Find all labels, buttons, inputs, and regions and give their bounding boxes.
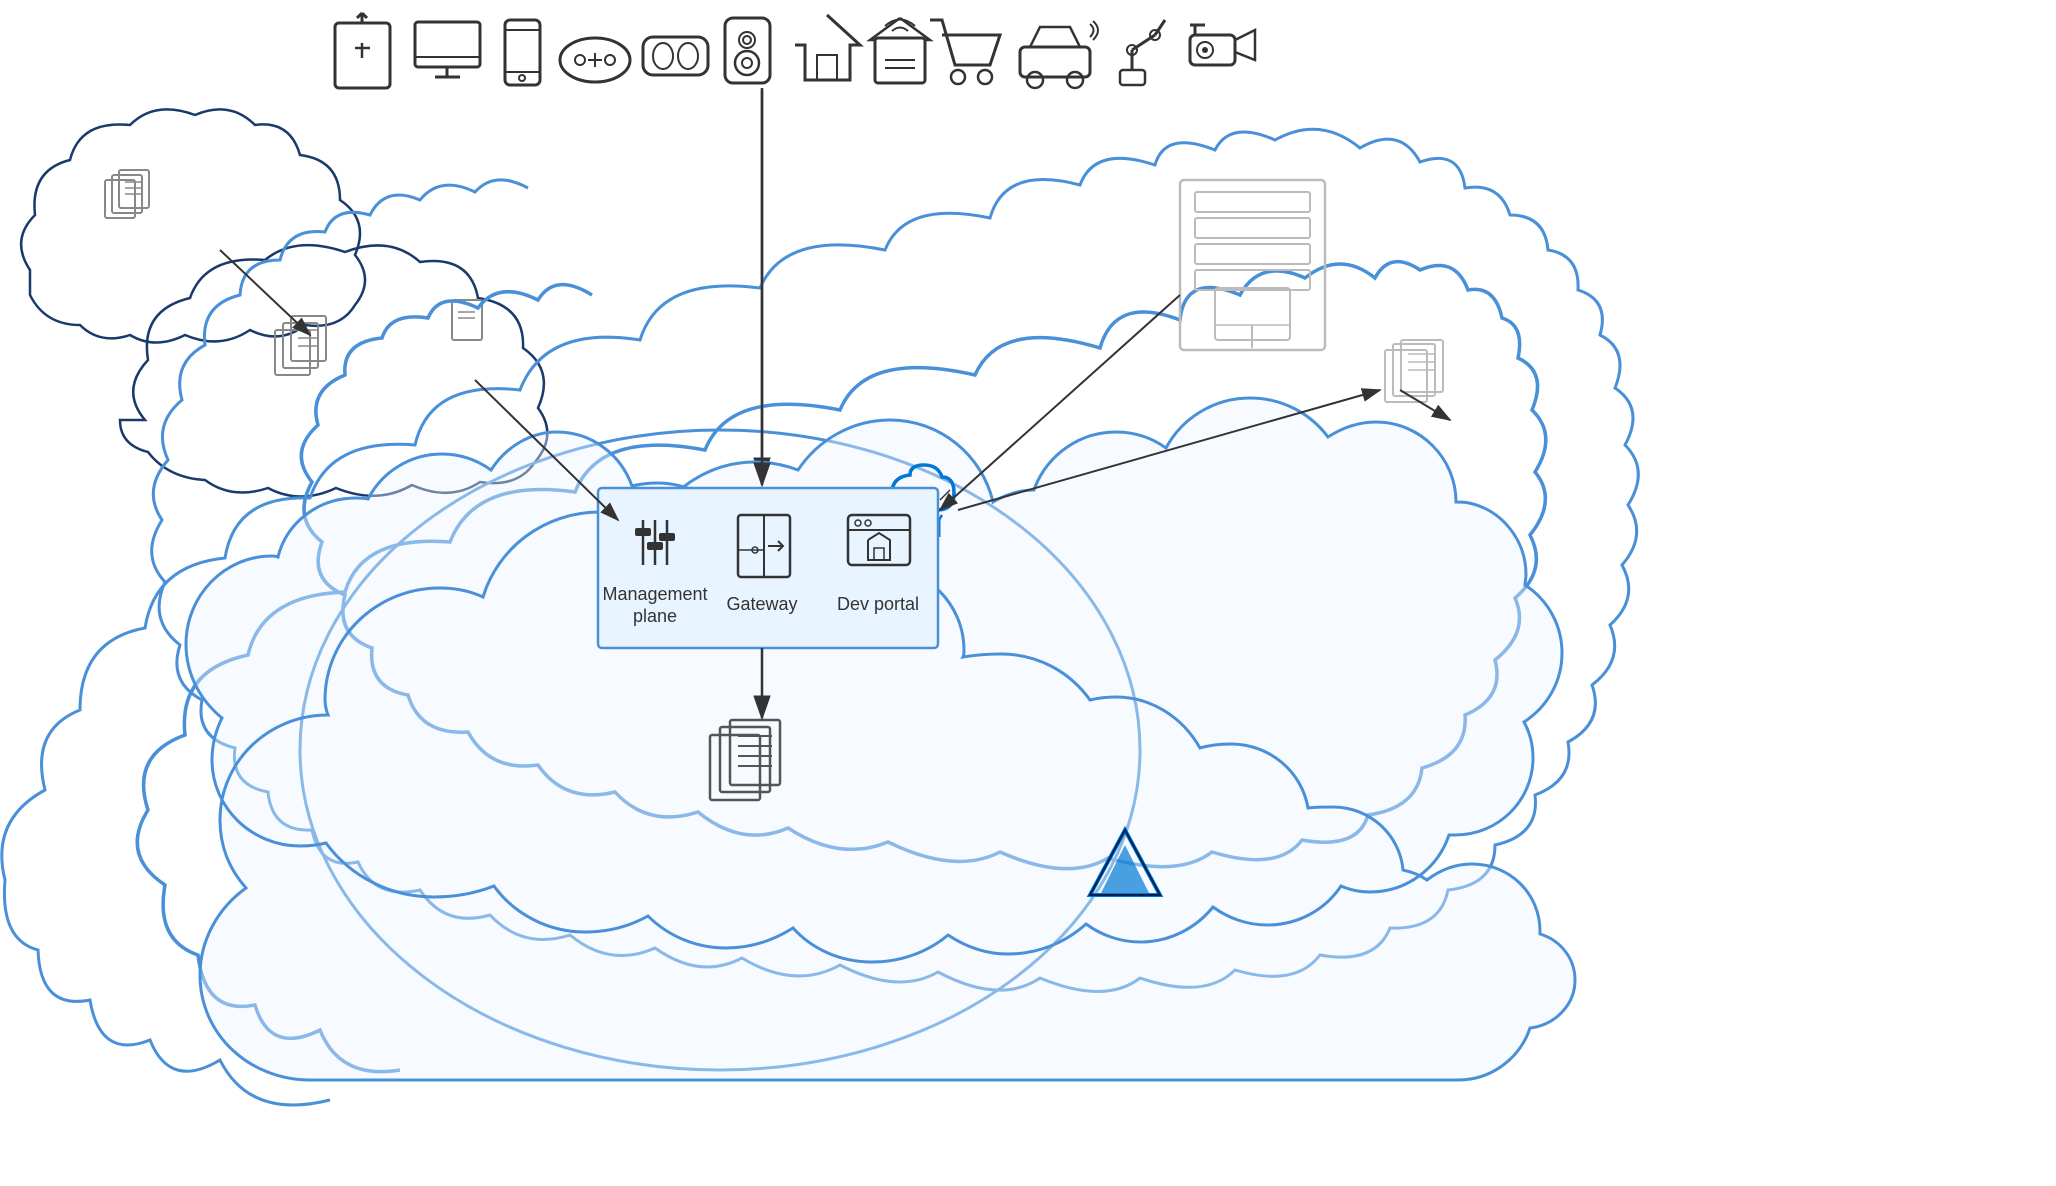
speaker-icon — [725, 18, 770, 83]
cloud-main-simple — [137, 262, 1546, 1072]
phone-icon — [505, 20, 540, 85]
cloud-main-azure — [2, 129, 1639, 1105]
doc-stack-right — [1385, 340, 1443, 402]
gamepad-icon — [560, 38, 630, 82]
diagram-canvas: Management plane Gateway Dev portal — [0, 0, 2056, 1186]
svg-text:Management: Management — [602, 584, 707, 604]
azure-logo — [1090, 830, 1160, 895]
touch-screen-icon — [335, 13, 390, 88]
server-rack-topleft — [1180, 180, 1325, 350]
svg-text:Dev portal: Dev portal — [837, 594, 919, 614]
security-camera-icon — [1190, 25, 1255, 65]
doc-stack-bottom — [710, 720, 780, 800]
shopping-cart-icon — [930, 20, 1000, 84]
robot-arm-icon — [1120, 20, 1165, 85]
cloud-middle-left — [120, 245, 547, 496]
apim-main-box: Management plane Gateway Dev portal — [598, 488, 938, 648]
svg-text:plane: plane — [633, 606, 677, 626]
monitor-icon — [415, 22, 480, 77]
cloud-outer-topleft — [21, 109, 365, 342]
smart-home-icon — [795, 15, 860, 80]
cloud-sync-icon — [892, 465, 954, 537]
svg-text:Gateway: Gateway — [726, 594, 797, 614]
connected-car-icon — [1020, 21, 1098, 88]
vr-headset-icon — [643, 37, 708, 75]
main-azure-cloud — [186, 398, 1575, 1080]
smart-meter-icon — [870, 18, 930, 83]
